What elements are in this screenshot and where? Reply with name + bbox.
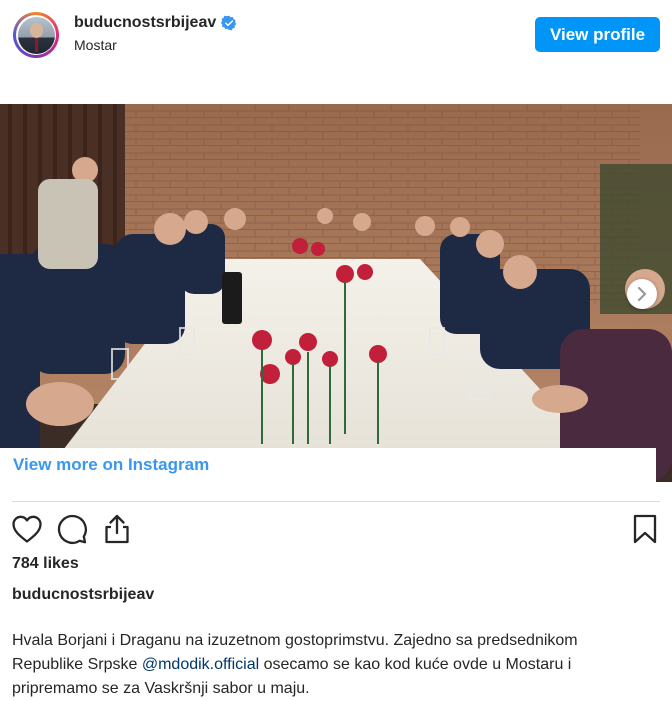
like-button[interactable] — [10, 512, 44, 546]
post-photo[interactable] — [0, 104, 672, 482]
comment-button[interactable] — [55, 512, 89, 546]
view-more-label[interactable]: View more on Instagram — [13, 455, 209, 475]
post-header: buducnostsrbijeav Mostar View profile — [0, 0, 672, 80]
comment-icon — [57, 514, 87, 544]
share-icon — [105, 514, 129, 544]
bookmark-icon — [633, 514, 657, 544]
heart-icon — [12, 515, 42, 543]
caption-line-3: pripremamo se za Vaskršnji sabor u maju. — [12, 680, 310, 697]
avatar[interactable] — [13, 12, 59, 58]
caption-line-1: Hvala Borjani i Draganu na izuzetnom gos… — [12, 632, 578, 649]
dinner-scene-image — [0, 104, 672, 482]
verified-badge-icon — [221, 15, 237, 31]
action-bar — [0, 508, 672, 548]
view-more-link[interactable]: View more on Instagram — [0, 448, 656, 482]
mention-link[interactable]: @mdodik.official — [142, 656, 259, 673]
caption-line-2-end: osecamo se kao kod kuće ovde u Mostaru i — [259, 656, 572, 673]
location-label[interactable]: Mostar — [74, 37, 117, 53]
username-row: buducnostsrbijeav — [74, 14, 237, 32]
likes-count[interactable]: 784 likes — [12, 555, 79, 573]
next-photo-button[interactable] — [627, 279, 657, 309]
chevron-right-icon — [637, 287, 647, 301]
caption-text: Hvala Borjani i Draganu na izuzetnom gos… — [12, 629, 662, 701]
divider — [12, 501, 660, 502]
view-profile-button[interactable]: View profile — [535, 17, 660, 52]
caption-line-2-start: Republike Srpske — [12, 656, 142, 673]
save-button[interactable] — [628, 512, 662, 546]
avatar-photo — [17, 16, 55, 54]
username[interactable]: buducnostsrbijeav — [74, 14, 216, 32]
caption-line-2: Republike Srpske @mdodik.official osecam… — [12, 653, 662, 677]
caption-username[interactable]: buducnostsrbijeav — [12, 586, 154, 604]
avatar-ring — [16, 15, 56, 55]
share-button[interactable] — [100, 512, 134, 546]
